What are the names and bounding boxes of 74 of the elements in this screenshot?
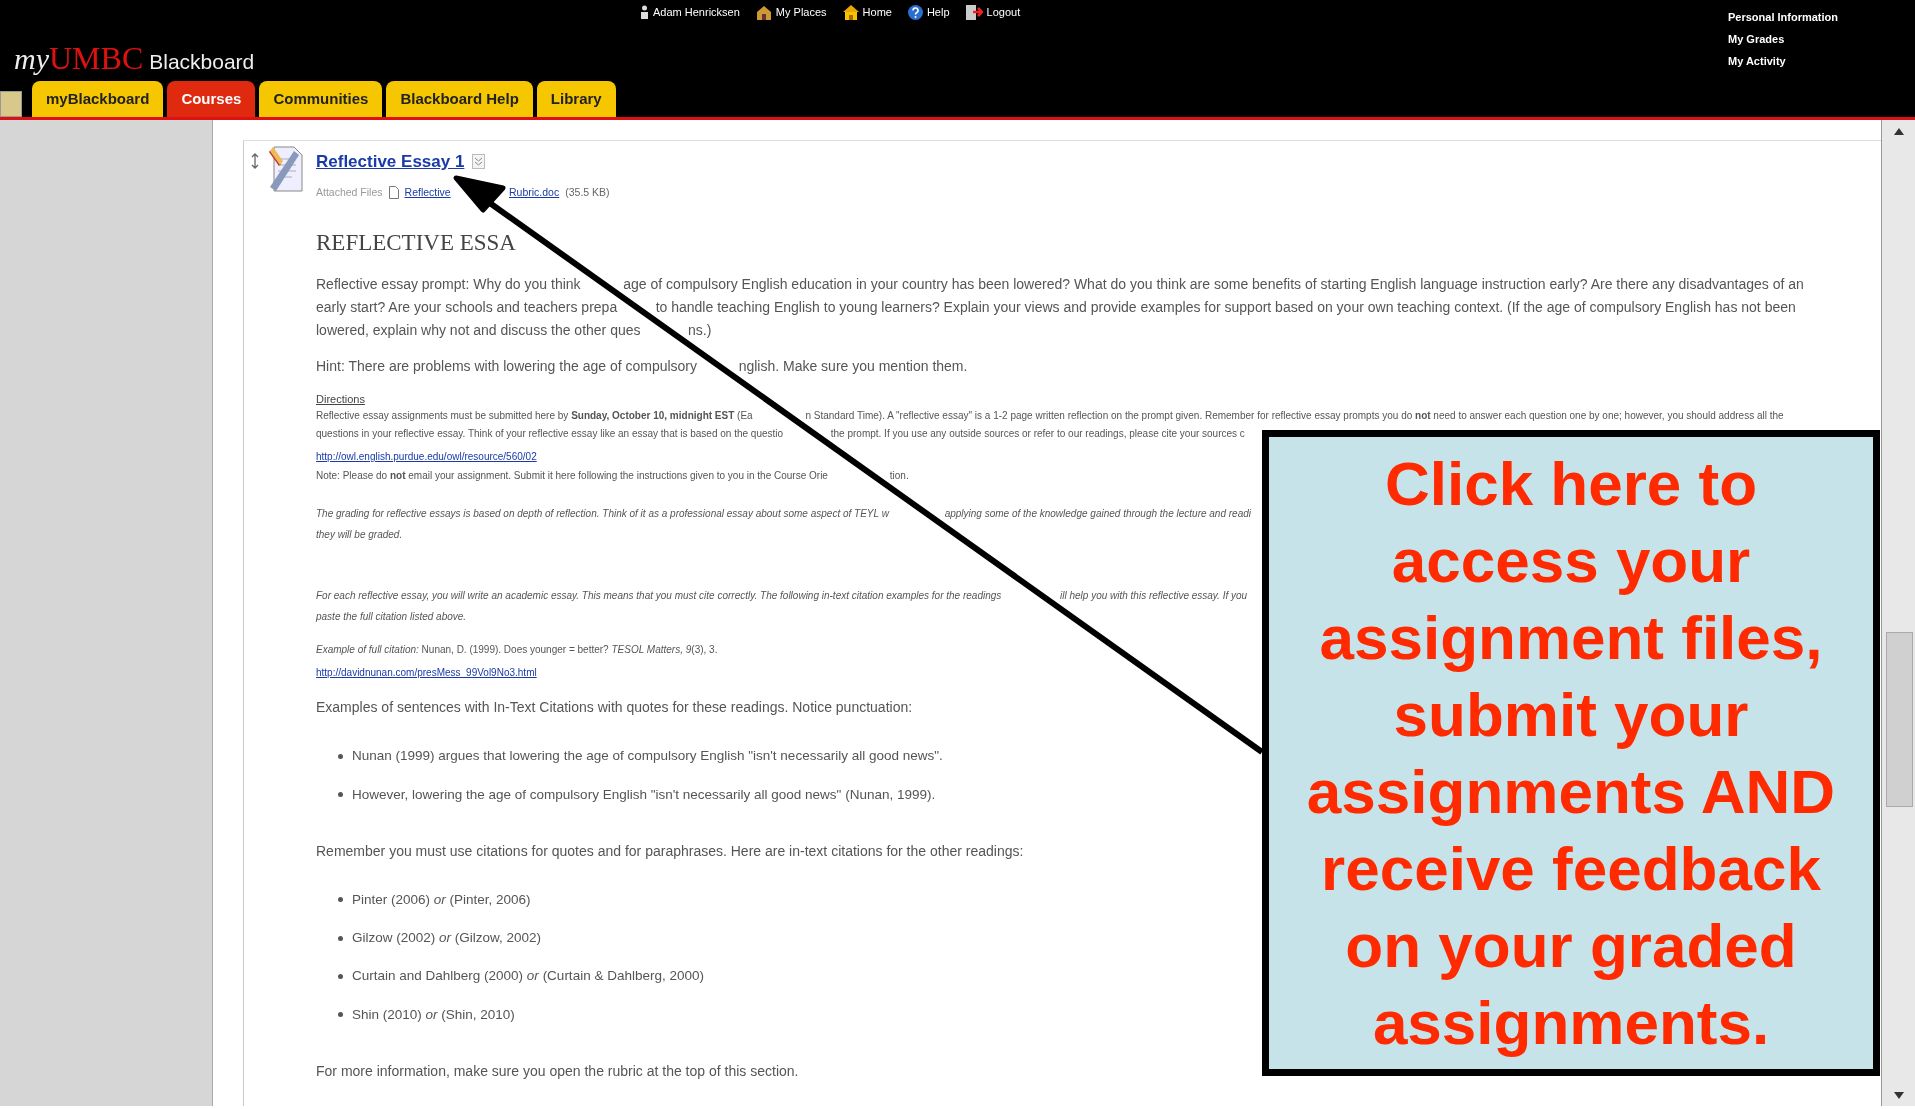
list-item-text: Nunan (1999) argues that lowering the age of compulsory English "isn't necessarily all good news". xyxy=(352,747,943,766)
text-line: to handle teaching English to young learners? Explain your views and provide examples for support based on your own teaching context. (If the age of compulsory English has not been xyxy=(655,297,1796,317)
scroll-up-icon[interactable] xyxy=(1893,127,1904,135)
text-line: The grading for reflective essays is based on depth of reflection. Think of it as a professional essay about some aspect of TEYL w xyxy=(316,507,889,522)
bullet-icon xyxy=(338,935,343,941)
nav-tab[interactable]: Courses xyxy=(167,81,256,117)
bullet-icon xyxy=(338,1012,343,1018)
text-line: Note: Please do not email your assignment. Submit it here following the instructions given to you in the Course Orie xyxy=(316,469,828,484)
nav-tab[interactable]: myBlackboard xyxy=(32,81,164,117)
file-icon xyxy=(388,185,399,199)
text-line: Reflective essay prompt: Why do you think xyxy=(316,274,581,294)
help-icon[interactable] xyxy=(907,4,923,20)
url-link[interactable]: http://davidnunan.com/presMess_99Vol9No3.html xyxy=(316,667,537,679)
nav-tab[interactable]: Blackboard Help xyxy=(386,81,533,117)
header-link[interactable]: My Activity xyxy=(1728,50,1839,72)
paragraph: For more information, make sure you open the rubric at the top of this section. xyxy=(316,1061,800,1081)
header-link[interactable]: My Places xyxy=(775,4,827,21)
text-line: age of compulsory English education in your country has been lowered? What do you think are some benefits of starting English language instruction early? Are there any disadvantages of an xyxy=(623,274,1804,294)
section-heading: REFLECTIVE ESSA xyxy=(316,229,516,258)
callout-text: Click here to access your assignment files, submit your assignments AND receive feedback on your graded assignments. xyxy=(1306,448,1836,1059)
text-line: ns.) xyxy=(688,320,712,340)
bullet-icon xyxy=(338,753,343,759)
text-line: For each reflective essay, you will write an academic essay. This means that you must cite correctly. The following in-text citation examples for the readings xyxy=(316,589,1002,604)
bullet-icon xyxy=(338,897,343,903)
attachment-link[interactable]: Rubric.doc xyxy=(509,184,560,201)
list-item-text: Shin (2010) or (Shin, 2010) xyxy=(352,1005,515,1024)
nav-tab[interactable]: Communities xyxy=(259,81,383,117)
text-line: nglish. Make sure you mention them. xyxy=(738,356,968,376)
move-handle-icon[interactable] xyxy=(251,153,259,169)
text-line: applying some of the knowledge gained through the lecture and readi xyxy=(944,507,1251,522)
scrollbar-thumb[interactable] xyxy=(1886,632,1913,807)
logo-text: Blackboard xyxy=(149,49,255,75)
text-line: tion. xyxy=(889,469,909,484)
list-item-text: Curtain and Dahlberg (2000) or (Curtain & Dahlberg, 2000) xyxy=(352,967,704,986)
attached-files-label: Attached Files xyxy=(316,184,383,200)
nav-tab[interactable]: Library xyxy=(536,81,616,117)
text-line: n Standard Time). A "reflective essay" is a 1-2 page written reflection on the prompt given. Remember for reflective essay prompts you do not need to answer each question one by one; however, you should address all the xyxy=(805,409,1784,424)
paragraph: Examples of sentences with In-Text Citations with quotes for these readings. Notice punctuation: xyxy=(316,698,914,718)
text-line: early start? Are your schools and teachers prepa xyxy=(316,297,618,317)
list-item-text: However, lowering the age of compulsory English "isn't necessarily all good news" (Nunan, 1999). xyxy=(352,785,936,804)
header-link[interactable]: Help xyxy=(926,4,950,21)
header-link[interactable]: Logout xyxy=(986,4,1021,21)
list-item-text: Pinter (2006) or (Pinter, 2006) xyxy=(352,890,531,909)
header-link[interactable]: Adam Henricksen xyxy=(653,4,740,21)
logout-icon[interactable] xyxy=(965,4,983,21)
list-item-text: Gilzow (2002) or (Gilzow, 2002) xyxy=(352,929,542,947)
text-line: they will be graded. xyxy=(316,528,403,543)
expand-menu-icon[interactable] xyxy=(472,154,486,170)
directions-label: Directions xyxy=(316,391,366,407)
text-line: Hint: There are problems with lowering the age of compulsory xyxy=(316,356,698,376)
text-line: ill help you with this reflective essay. If you xyxy=(1060,589,1248,604)
person-icon[interactable] xyxy=(640,5,649,20)
text-line: Example of full citation: Nunan, D. (1999). Does younger = better? TESOL Matters, 9(3), 3. xyxy=(316,643,718,658)
text-line: the prompt. If you use any outside sources or refer to our readings, please cite your sources c xyxy=(830,427,1245,442)
house-icon[interactable] xyxy=(755,4,772,20)
text-line: Reflective essay assignments must be submitted here by Sunday, October 10, midnight EST (Ea xyxy=(316,409,753,424)
paragraph: Remember you must use citations for quotes and for paraphrases. Here are in-text citations for the other readings: xyxy=(316,841,1025,861)
scroll-down-icon[interactable] xyxy=(1893,1091,1904,1099)
bullet-icon xyxy=(338,792,343,798)
text-line: paste the full citation listed above. xyxy=(316,610,467,625)
file-size: (35.5 KB) xyxy=(565,184,610,200)
text-line: questions in your reflective essay. Think of your reflective essay like an essay that is based on the questio xyxy=(316,427,784,442)
attachment-link[interactable]: Reflective xyxy=(404,184,451,201)
bullet-icon xyxy=(338,973,343,979)
scrollbar[interactable] xyxy=(1881,120,1915,1106)
header-link[interactable]: Home xyxy=(862,4,892,21)
header-link[interactable]: My Grades xyxy=(1728,28,1839,50)
logo-text: UMBC xyxy=(49,39,144,78)
header-link[interactable]: Personal Information xyxy=(1728,6,1839,28)
logo-text: my xyxy=(14,41,49,77)
text-line: lowered, explain why not and discuss the other ques xyxy=(316,320,641,340)
home-icon[interactable] xyxy=(842,4,859,20)
item-title-link[interactable]: Reflective Essay 1 xyxy=(316,149,465,175)
url-link[interactable]: http://owl.english.purdue.edu/owl/resource/560/02 xyxy=(316,451,537,463)
